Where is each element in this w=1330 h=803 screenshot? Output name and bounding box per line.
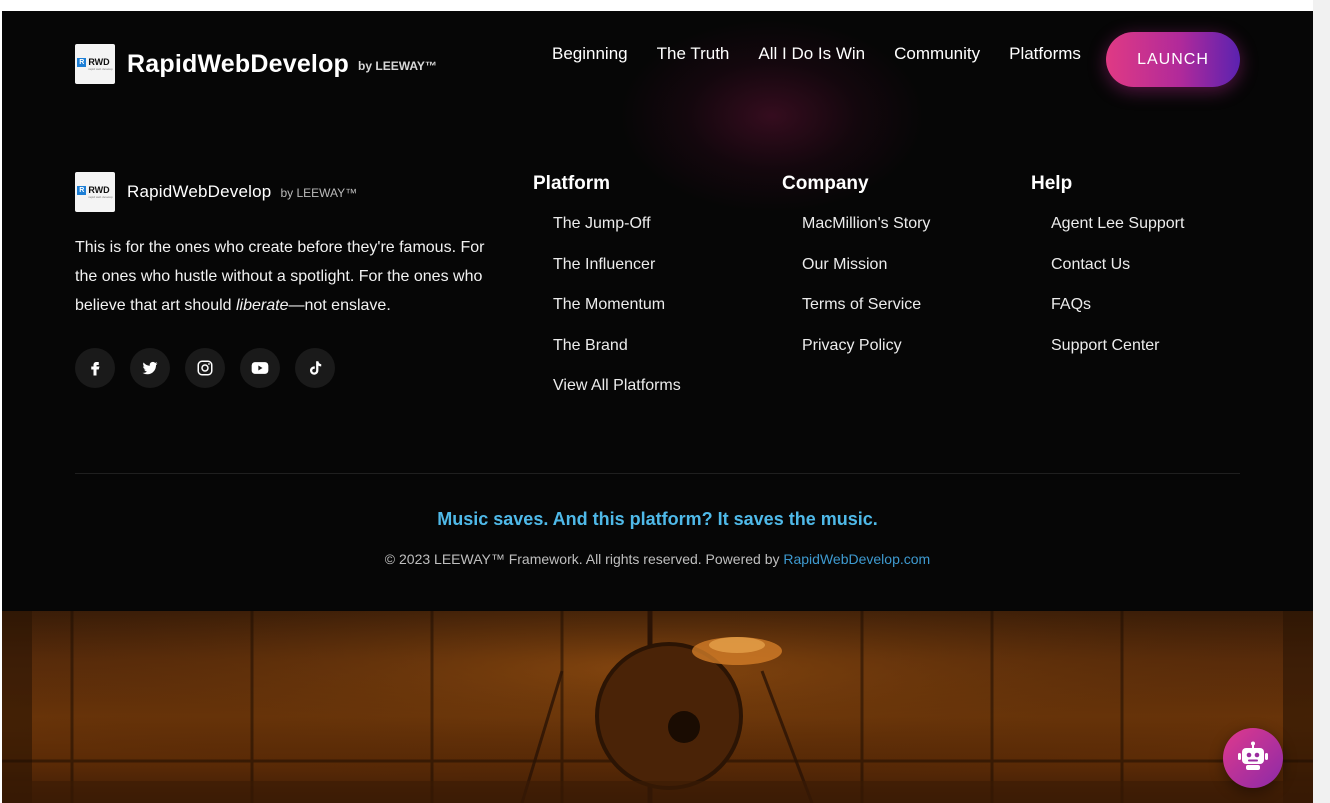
footer-brand[interactable]: R RWD rapid web develop RapidWebDevelop … — [75, 172, 357, 212]
brand-name: RapidWebDevelop — [127, 49, 350, 78]
brand-byline: by LEEWAY™ — [358, 59, 437, 73]
page: R RWD rapid web develop RapidWebDevelop … — [2, 11, 1313, 803]
header-brand[interactable]: R RWD rapid web develop RapidWebDevelop … — [75, 44, 437, 84]
stage-background-image — [2, 611, 1313, 803]
footer-column-platform: Platform The Jump-Off The Influencer The… — [533, 173, 681, 417]
footer-column-company: Company MacMillion's Story Our Mission T… — [782, 173, 930, 376]
footer-slogan: Music saves. And this platform? It saves… — [437, 509, 878, 529]
footer-divider — [75, 473, 1240, 474]
twitter-icon[interactable] — [130, 348, 170, 388]
footer-link-the-momentum[interactable]: The Momentum — [553, 295, 681, 315]
footer-logo-text: RWD — [88, 185, 110, 195]
footer-link-faqs[interactable]: FAQs — [1051, 295, 1184, 315]
nav-link-community[interactable]: Community — [894, 44, 980, 64]
footer-link-our-mission[interactable]: Our Mission — [802, 255, 930, 275]
footer-link-privacy-policy[interactable]: Privacy Policy — [802, 336, 930, 356]
social-links — [75, 348, 335, 388]
footer-logo-image: R RWD rapid web develop — [75, 172, 115, 212]
footer-link-terms-of-service[interactable]: Terms of Service — [802, 295, 930, 315]
nav-link-the-truth[interactable]: The Truth — [657, 44, 730, 64]
footer-link-the-jump-off[interactable]: The Jump-Off — [553, 214, 681, 234]
footer-link-contact-us[interactable]: Contact Us — [1051, 255, 1184, 275]
robot-icon — [1237, 741, 1269, 776]
logo-image: R RWD rapid web develop — [75, 44, 115, 84]
nav-link-beginning[interactable]: Beginning — [552, 44, 628, 64]
footer-link-the-brand[interactable]: The Brand — [553, 336, 681, 356]
footer-brand-name: RapidWebDevelop — [127, 182, 272, 201]
tagline-ending: —not enslave. — [288, 297, 391, 314]
nav-link-platforms[interactable]: Platforms — [1009, 44, 1081, 64]
footer-link-macmillions-story[interactable]: MacMillion's Story — [802, 214, 930, 234]
footer-brand-byline: by LEEWAY™ — [280, 186, 358, 200]
footer-column-help: Help Agent Lee Support Contact Us FAQs S… — [1031, 173, 1184, 376]
logo-text: RWD — [88, 57, 110, 67]
instagram-icon[interactable] — [185, 348, 225, 388]
footer-link-agent-lee-support[interactable]: Agent Lee Support — [1051, 214, 1184, 234]
column-title-company: Company — [782, 173, 869, 194]
copyright-text: © 2023 LEEWAY™ Framework. All rights res… — [384, 551, 784, 567]
launch-button[interactable]: LAUNCH — [1106, 32, 1240, 87]
main-nav: Beginning The Truth All I Do Is Win Comm… — [552, 44, 1110, 64]
tagline-emphasis: liberate — [236, 297, 289, 314]
youtube-icon[interactable] — [240, 348, 280, 388]
footer-tagline: This is for the ones who create before t… — [75, 233, 495, 320]
tiktok-icon[interactable] — [295, 348, 335, 388]
column-title-help: Help — [1031, 173, 1073, 194]
facebook-icon[interactable] — [75, 348, 115, 388]
nav-link-all-i-do-is-win[interactable]: All I Do Is Win — [758, 44, 865, 64]
footer-link-the-influencer[interactable]: The Influencer — [553, 255, 681, 275]
chatbot-button[interactable] — [1223, 728, 1283, 788]
footer-link-view-all-platforms[interactable]: View All Platforms — [553, 376, 681, 396]
footer-link-support-center[interactable]: Support Center — [1051, 336, 1184, 356]
column-title-platform: Platform — [533, 173, 611, 194]
copyright-link[interactable]: RapidWebDevelop.com — [783, 551, 930, 567]
scrollbar-track[interactable] — [1313, 0, 1330, 803]
copyright-notice: © 2023 LEEWAY™ Framework. All rights res… — [2, 551, 1313, 567]
